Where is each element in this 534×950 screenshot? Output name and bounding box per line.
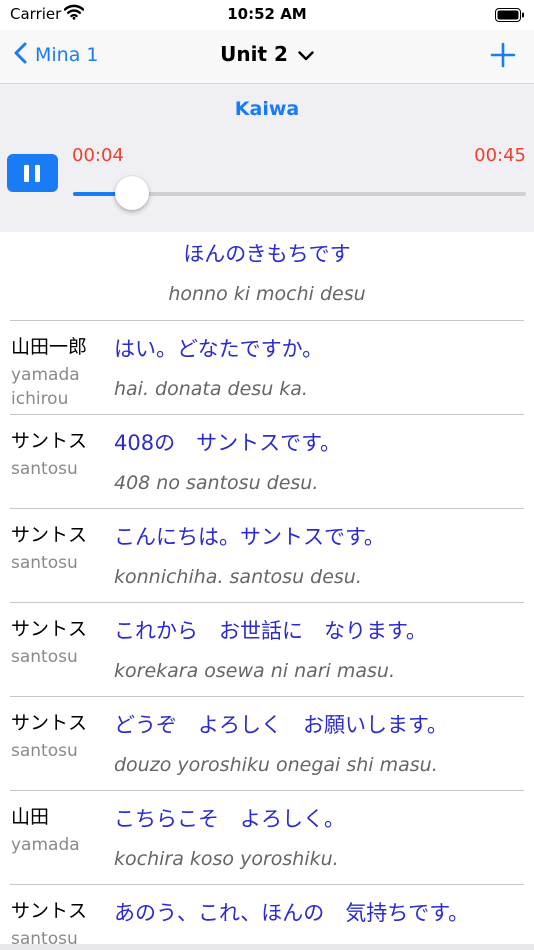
- status-bar: Carrier 10:52 AM: [0, 0, 534, 30]
- speaker-romaji: santosu: [11, 459, 78, 479]
- dialog-header: ほんのきもちです honno ki mochi desu: [10, 232, 524, 321]
- battery-icon: [495, 7, 525, 26]
- dialog-list[interactable]: ほんのきもちです honno ki mochi desu 山田一郎 yamada…: [0, 232, 534, 944]
- line-romaji: 408 no santosu desu.: [114, 472, 319, 494]
- dialog-title-romaji: honno ki mochi desu: [168, 283, 366, 305]
- speaker-romaji: santosu: [11, 553, 78, 573]
- pause-button[interactable]: [7, 154, 58, 192]
- audio-player: Kaiwa 00:04 00:45: [0, 84, 534, 232]
- speaker-name: サントス: [11, 430, 88, 452]
- speaker-name: サントス: [11, 900, 88, 922]
- dialog-line[interactable]: 山田 yamada こちらこそ よろしく。 kochira koso yoros…: [10, 791, 524, 885]
- line-romaji: kochira koso yoroshiku.: [114, 848, 339, 870]
- chevron-down-icon: [298, 42, 314, 66]
- line-japanese: あのう、これ、ほんの 気持ちです。: [114, 901, 470, 925]
- line-japanese: はい。どなたですか。: [114, 337, 324, 361]
- line-romaji: korekara osewa ni nari masu.: [114, 660, 396, 682]
- speaker-name: サントス: [11, 618, 88, 640]
- dialog-title-japanese: ほんのきもちです: [183, 242, 351, 266]
- speaker-romaji: yamada: [11, 835, 80, 855]
- dialog-line[interactable]: サントス santosu こんにちは。サントスです。 konnichiha. s…: [10, 509, 524, 603]
- nav-title: Unit 2: [0, 42, 534, 66]
- total-duration: 00:45: [474, 145, 526, 166]
- dialog-line[interactable]: サントス santosu あのう、これ、ほんの 気持ちです。: [10, 885, 524, 944]
- plus-icon: [488, 42, 518, 74]
- speaker-romaji: santosu: [11, 741, 78, 761]
- line-japanese: こちらこそ よろしく。: [114, 807, 345, 831]
- line-japanese: 408の サントスです。: [114, 431, 341, 455]
- line-japanese: どうぞ よろしく お願いします。: [114, 713, 448, 737]
- speaker-romaji: santosu: [11, 929, 78, 944]
- progress-slider[interactable]: [73, 176, 526, 210]
- speaker-name: 山田: [11, 806, 50, 828]
- dialog-line[interactable]: サントス santosu これから お世話に なります。 korekara os…: [10, 603, 524, 697]
- navigation-bar: Mina 1 Unit 2: [0, 30, 534, 84]
- player-title: Kaiwa: [234, 98, 300, 120]
- unit-title: Unit 2: [220, 42, 288, 66]
- unit-selector[interactable]: Unit 2: [220, 42, 314, 66]
- speaker-name: 山田一郎: [11, 336, 88, 358]
- dialog-line[interactable]: サントス santosu 408の サントスです。 408 no santosu…: [10, 415, 524, 509]
- line-romaji: douzo yoroshiku onegai shi masu.: [114, 754, 438, 776]
- speaker-name: サントス: [11, 712, 88, 734]
- line-romaji: hai. donata desu ka.: [114, 378, 308, 400]
- speaker-romaji: yamada ichirou: [11, 365, 80, 409]
- line-romaji: konnichiha. santosu desu.: [114, 566, 362, 588]
- line-japanese: これから お世話に なります。: [114, 619, 427, 643]
- status-time: 10:52 AM: [227, 5, 307, 23]
- dialog-line[interactable]: 山田一郎 yamada ichirou はい。どなたですか。 hai. dona…: [10, 321, 524, 415]
- dialog-line[interactable]: サントス santosu どうぞ よろしく お願いします。 douzo yoro…: [10, 697, 524, 791]
- add-button[interactable]: [488, 40, 518, 70]
- elapsed-time: 00:04: [72, 145, 124, 166]
- slider-thumb[interactable]: [114, 176, 149, 210]
- speaker-name: サントス: [11, 524, 88, 546]
- line-japanese: こんにちは。サントスです。: [114, 525, 385, 549]
- speaker-romaji: santosu: [11, 647, 78, 667]
- bottom-edge: [0, 944, 534, 950]
